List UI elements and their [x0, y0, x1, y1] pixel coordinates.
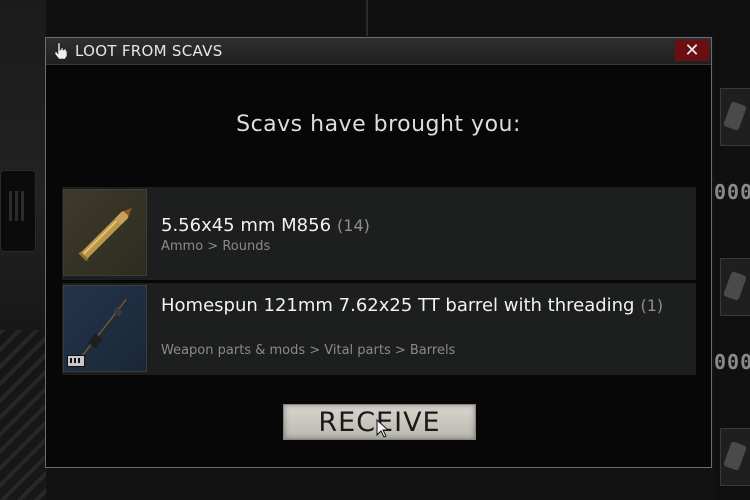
- dialog-titlebar: LOOT FROM SCAVS ✕: [46, 38, 711, 65]
- background-top-bar: [46, 0, 714, 36]
- dialog-heading: Scavs have brought you:: [236, 112, 521, 137]
- item-name: 5.56x45 mm M856 (14): [161, 215, 370, 236]
- item-name: Homespun 121mm 7.62x25 TT barrel with th…: [161, 295, 664, 316]
- loot-item-row[interactable]: Homespun 121mm 7.62x25 TT barrel with th…: [62, 283, 696, 375]
- item-category: Ammo > Rounds: [161, 239, 271, 254]
- background-right-panel: [714, 0, 750, 500]
- background-radio: [0, 170, 36, 252]
- background-number: 000: [714, 180, 750, 204]
- dialog-title: LOOT FROM SCAVS: [75, 42, 223, 60]
- background-bottom-bar: [46, 470, 714, 500]
- mouse-cursor-icon: [376, 419, 390, 438]
- close-button[interactable]: ✕: [675, 40, 709, 61]
- item-count: (1): [640, 296, 664, 315]
- background-item-slot: [720, 258, 750, 316]
- loot-item-row[interactable]: 5.56x45 mm M856 (14) Ammo > Rounds: [62, 187, 696, 280]
- mod-badge-icon: [67, 355, 85, 367]
- ammo-round-icon: [63, 189, 147, 276]
- loot-from-scavs-dialog: LOOT FROM SCAVS ✕ Scavs have brought you…: [45, 37, 712, 468]
- background-number: 000: [714, 350, 750, 374]
- hand-pointer-icon: [54, 42, 68, 60]
- background-item-slot: [720, 428, 750, 486]
- background-item-slot: [720, 88, 750, 146]
- background-graffiti: [0, 330, 46, 500]
- item-count: (14): [337, 216, 370, 235]
- item-category: Weapon parts & mods > Vital parts > Barr…: [161, 343, 456, 358]
- barrel-icon: [63, 285, 147, 372]
